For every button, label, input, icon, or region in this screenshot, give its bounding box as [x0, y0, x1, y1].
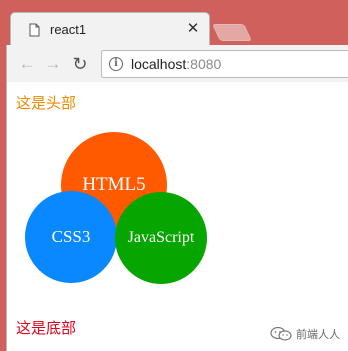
page-viewport: 这是头部 HTML5 CSS3 JavaScript 这是底部 前端人人	[6, 82, 348, 351]
wechat-logo-icon	[270, 327, 292, 341]
page-header-text: 这是头部	[16, 95, 77, 112]
css3-label: CSS3	[51, 227, 91, 246]
forward-arrow-icon[interactable]: →	[43, 54, 63, 74]
tab-title: react1	[50, 22, 87, 37]
javascript-circle: JavaScript	[115, 192, 207, 284]
watermark: 前端人人	[270, 326, 340, 342]
javascript-label: JavaScript	[127, 229, 195, 246]
info-icon[interactable]: i	[109, 57, 123, 71]
browser-toolbar: ← → ↻ i localhost :8080	[6, 45, 348, 82]
html5-label: HTML5	[82, 174, 146, 195]
reload-icon[interactable]: ↻	[70, 54, 90, 74]
url-port: :8080	[186, 56, 222, 72]
page-footer-text: 这是底部	[16, 320, 77, 337]
close-tab-icon[interactable]: ✕	[185, 21, 201, 37]
url-host: localhost	[131, 56, 187, 72]
new-tab-button[interactable]	[212, 24, 252, 41]
page-icon	[29, 23, 40, 36]
css3-circle: CSS3	[25, 191, 117, 283]
back-arrow-icon[interactable]: ←	[17, 54, 37, 74]
browser-tab[interactable]: react1 ✕	[10, 12, 210, 46]
address-bar[interactable]: i localhost :8080	[101, 50, 348, 78]
watermark-text: 前端人人	[296, 329, 340, 341]
